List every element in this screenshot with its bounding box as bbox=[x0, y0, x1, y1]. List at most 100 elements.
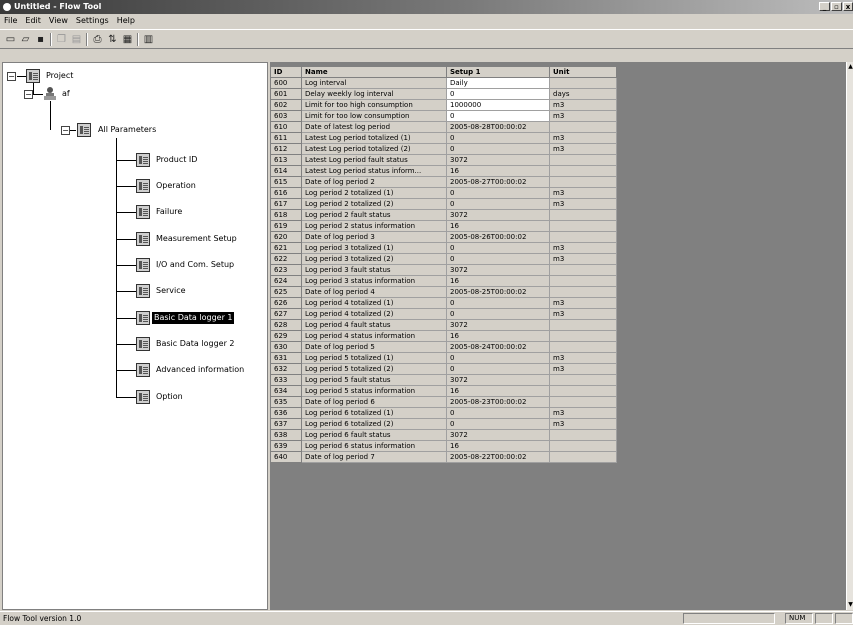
scroll-up-icon[interactable]: ▲ bbox=[847, 63, 853, 71]
row-name-cell: Log period 6 totalized (1) bbox=[301, 407, 447, 419]
tree-connector bbox=[116, 344, 136, 345]
column-header-unit[interactable]: Unit bbox=[549, 66, 617, 78]
row-id-cell: 616 bbox=[270, 187, 302, 199]
scroll-down-icon[interactable]: ▼ bbox=[847, 601, 853, 609]
row-id-cell: 632 bbox=[270, 363, 302, 375]
maximize-button[interactable]: ▫ bbox=[831, 2, 842, 11]
minimize-button[interactable]: _ bbox=[819, 2, 830, 11]
table-row[interactable]: 634 Log period 5 status information 16 bbox=[270, 385, 617, 397]
row-unit-cell: m3 bbox=[549, 297, 617, 309]
row-unit-cell: m3 bbox=[549, 187, 617, 199]
table-row[interactable]: 636 Log period 6 totalized (1) 0 m3 bbox=[270, 407, 617, 419]
parameter-grid: ID Name Setup 1 Unit 600 Log interval Dail… bbox=[270, 62, 846, 610]
menu-edit[interactable]: Edit bbox=[21, 14, 45, 28]
menu-file[interactable]: File bbox=[0, 14, 21, 28]
tree-node-all-parameters[interactable]: All Parameters bbox=[96, 124, 158, 136]
collapse-toggle[interactable]: − bbox=[7, 72, 16, 81]
tree-item-basic-data-logger-2[interactable]: Basic Data logger 2 bbox=[154, 338, 236, 350]
row-id-cell: 640 bbox=[270, 451, 302, 463]
row-id-cell: 617 bbox=[270, 198, 302, 210]
menu-settings[interactable]: Settings bbox=[72, 14, 113, 28]
table-row[interactable]: 625 Date of log period 4 2005-08-25T00:00:… bbox=[270, 286, 617, 298]
print-icon[interactable]: ⎙ bbox=[91, 33, 104, 46]
table-row[interactable]: 630 Date of log period 5 2005-08-24T00:00:… bbox=[270, 341, 617, 353]
table-row[interactable]: 632 Log period 5 totalized (2) 0 m3 bbox=[270, 363, 617, 375]
table-row[interactable]: 601 Delay weekly log interval 0 days bbox=[270, 88, 617, 100]
table-row[interactable]: 613 Latest Log period fault status 3072 bbox=[270, 154, 617, 166]
row-unit-cell bbox=[549, 176, 617, 188]
tree-item-product-id[interactable]: Product ID bbox=[154, 154, 199, 166]
table-row[interactable]: 617 Log period 2 totalized (2) 0 m3 bbox=[270, 198, 617, 210]
table-row[interactable]: 616 Log period 2 totalized (1) 0 m3 bbox=[270, 187, 617, 199]
tree-item-advanced-information[interactable]: Advanced information bbox=[154, 364, 246, 376]
collapse-toggle[interactable]: − bbox=[24, 90, 33, 99]
columns-icon[interactable]: ▥ bbox=[142, 33, 155, 46]
table-row[interactable]: 611 Latest Log period totalized (1) 0 m3 bbox=[270, 132, 617, 144]
status-text: Flow Tool version 1.0 bbox=[3, 614, 82, 623]
row-setup-cell[interactable]: 0 bbox=[446, 110, 550, 122]
table-row[interactable]: 622 Log period 3 totalized (2) 0 m3 bbox=[270, 253, 617, 265]
table-row[interactable]: 623 Log period 3 fault status 3072 bbox=[270, 264, 617, 276]
row-name-cell: Date of log period 6 bbox=[301, 396, 447, 408]
table-row[interactable]: 624 Log period 3 status information 16 bbox=[270, 275, 617, 287]
row-unit-cell: m3 bbox=[549, 418, 617, 430]
sort-icon[interactable]: ⇅ bbox=[106, 33, 119, 46]
table-row[interactable]: 637 Log period 6 totalized (2) 0 m3 bbox=[270, 418, 617, 430]
open-folder-icon[interactable]: ▱ bbox=[19, 33, 32, 46]
table-row[interactable]: 603 Limit for too low consumption 0 m3 bbox=[270, 110, 617, 122]
table-row[interactable]: 600 Log interval Daily bbox=[270, 77, 617, 89]
tree-node-device[interactable]: af bbox=[60, 88, 72, 100]
table-row[interactable]: 618 Log period 2 fault status 3072 bbox=[270, 209, 617, 221]
tree-item-service[interactable]: Service bbox=[154, 285, 188, 297]
table-row[interactable]: 640 Date of log period 7 2005-08-22T00:00:… bbox=[270, 451, 617, 463]
tree-node-project[interactable]: Project bbox=[44, 70, 75, 82]
grid-icon[interactable]: ▦ bbox=[121, 33, 134, 46]
column-header-id[interactable]: ID bbox=[270, 66, 302, 78]
table-row[interactable]: 631 Log period 5 totalized (1) 0 m3 bbox=[270, 352, 617, 364]
row-unit-cell: m3 bbox=[549, 99, 617, 111]
row-setup-cell: 0 bbox=[446, 297, 550, 309]
collapse-toggle[interactable]: − bbox=[61, 126, 70, 135]
table-row[interactable]: 612 Latest Log period totalized (2) 0 m3 bbox=[270, 143, 617, 155]
table-row[interactable]: 615 Date of log period 2 2005-08-27T00:00:… bbox=[270, 176, 617, 188]
table-row[interactable]: 620 Date of log period 3 2005-08-26T00:00:… bbox=[270, 231, 617, 243]
paste-icon[interactable]: ▤ bbox=[70, 33, 83, 46]
table-row[interactable]: 629 Log period 4 status information 16 bbox=[270, 330, 617, 342]
column-header-name[interactable]: Name bbox=[301, 66, 447, 78]
table-row[interactable]: 602 Limit for too high consumption 1000000… bbox=[270, 99, 617, 111]
toolbar: ▭ ▱ ▪ ❐ ▤ ⎙ ⇅ ▦ ▥ bbox=[0, 29, 853, 49]
row-id-cell: 628 bbox=[270, 319, 302, 331]
tree-item-measurement-setup[interactable]: Measurement Setup bbox=[154, 233, 239, 245]
table-row[interactable]: 627 Log period 4 totalized (2) 0 m3 bbox=[270, 308, 617, 320]
tree-item-basic-data-logger-1[interactable]: Basic Data logger 1 bbox=[152, 312, 235, 324]
table-row[interactable]: 626 Log period 4 totalized (1) 0 m3 bbox=[270, 297, 617, 309]
row-setup-cell[interactable]: 0 bbox=[446, 88, 550, 100]
row-id-cell: 637 bbox=[270, 418, 302, 430]
table-row[interactable]: 638 Log period 6 fault status 3072 bbox=[270, 429, 617, 441]
table-row[interactable]: 635 Date of log period 6 2005-08-23T00:00:… bbox=[270, 396, 617, 408]
table-row[interactable]: 610 Date of latest log period 2005-08-28T0… bbox=[270, 121, 617, 133]
save-icon[interactable]: ▪ bbox=[34, 33, 47, 46]
table-row[interactable]: 628 Log period 4 fault status 3072 bbox=[270, 319, 617, 331]
tree-item-failure[interactable]: Failure bbox=[154, 206, 184, 218]
close-button[interactable]: x bbox=[843, 2, 853, 11]
menu-view[interactable]: View bbox=[45, 14, 72, 28]
row-id-cell: 630 bbox=[270, 341, 302, 353]
row-setup-cell: 3072 bbox=[446, 429, 550, 441]
copy-icon[interactable]: ❐ bbox=[55, 33, 68, 46]
tree-item-io-com-setup[interactable]: I/O and Com. Setup bbox=[154, 259, 236, 271]
menu-help[interactable]: Help bbox=[113, 14, 139, 28]
table-row[interactable]: 639 Log period 6 status information 16 bbox=[270, 440, 617, 452]
table-row[interactable]: 614 Latest Log period status inform... 16 bbox=[270, 165, 617, 177]
table-row[interactable]: 633 Log period 5 fault status 3072 bbox=[270, 374, 617, 386]
row-setup-cell[interactable]: 1000000 bbox=[446, 99, 550, 111]
vertical-scrollbar[interactable]: ▲ ▼ bbox=[846, 62, 853, 610]
new-file-icon[interactable]: ▭ bbox=[4, 33, 17, 46]
table-row[interactable]: 619 Log period 2 status information 16 bbox=[270, 220, 617, 232]
table-row[interactable]: 621 Log period 3 totalized (1) 0 m3 bbox=[270, 242, 617, 254]
row-setup-cell[interactable]: Daily bbox=[446, 77, 550, 89]
row-unit-cell: m3 bbox=[549, 242, 617, 254]
tree-item-option[interactable]: Option bbox=[154, 391, 185, 403]
tree-item-operation[interactable]: Operation bbox=[154, 180, 198, 192]
column-header-setup[interactable]: Setup 1 bbox=[446, 66, 550, 78]
